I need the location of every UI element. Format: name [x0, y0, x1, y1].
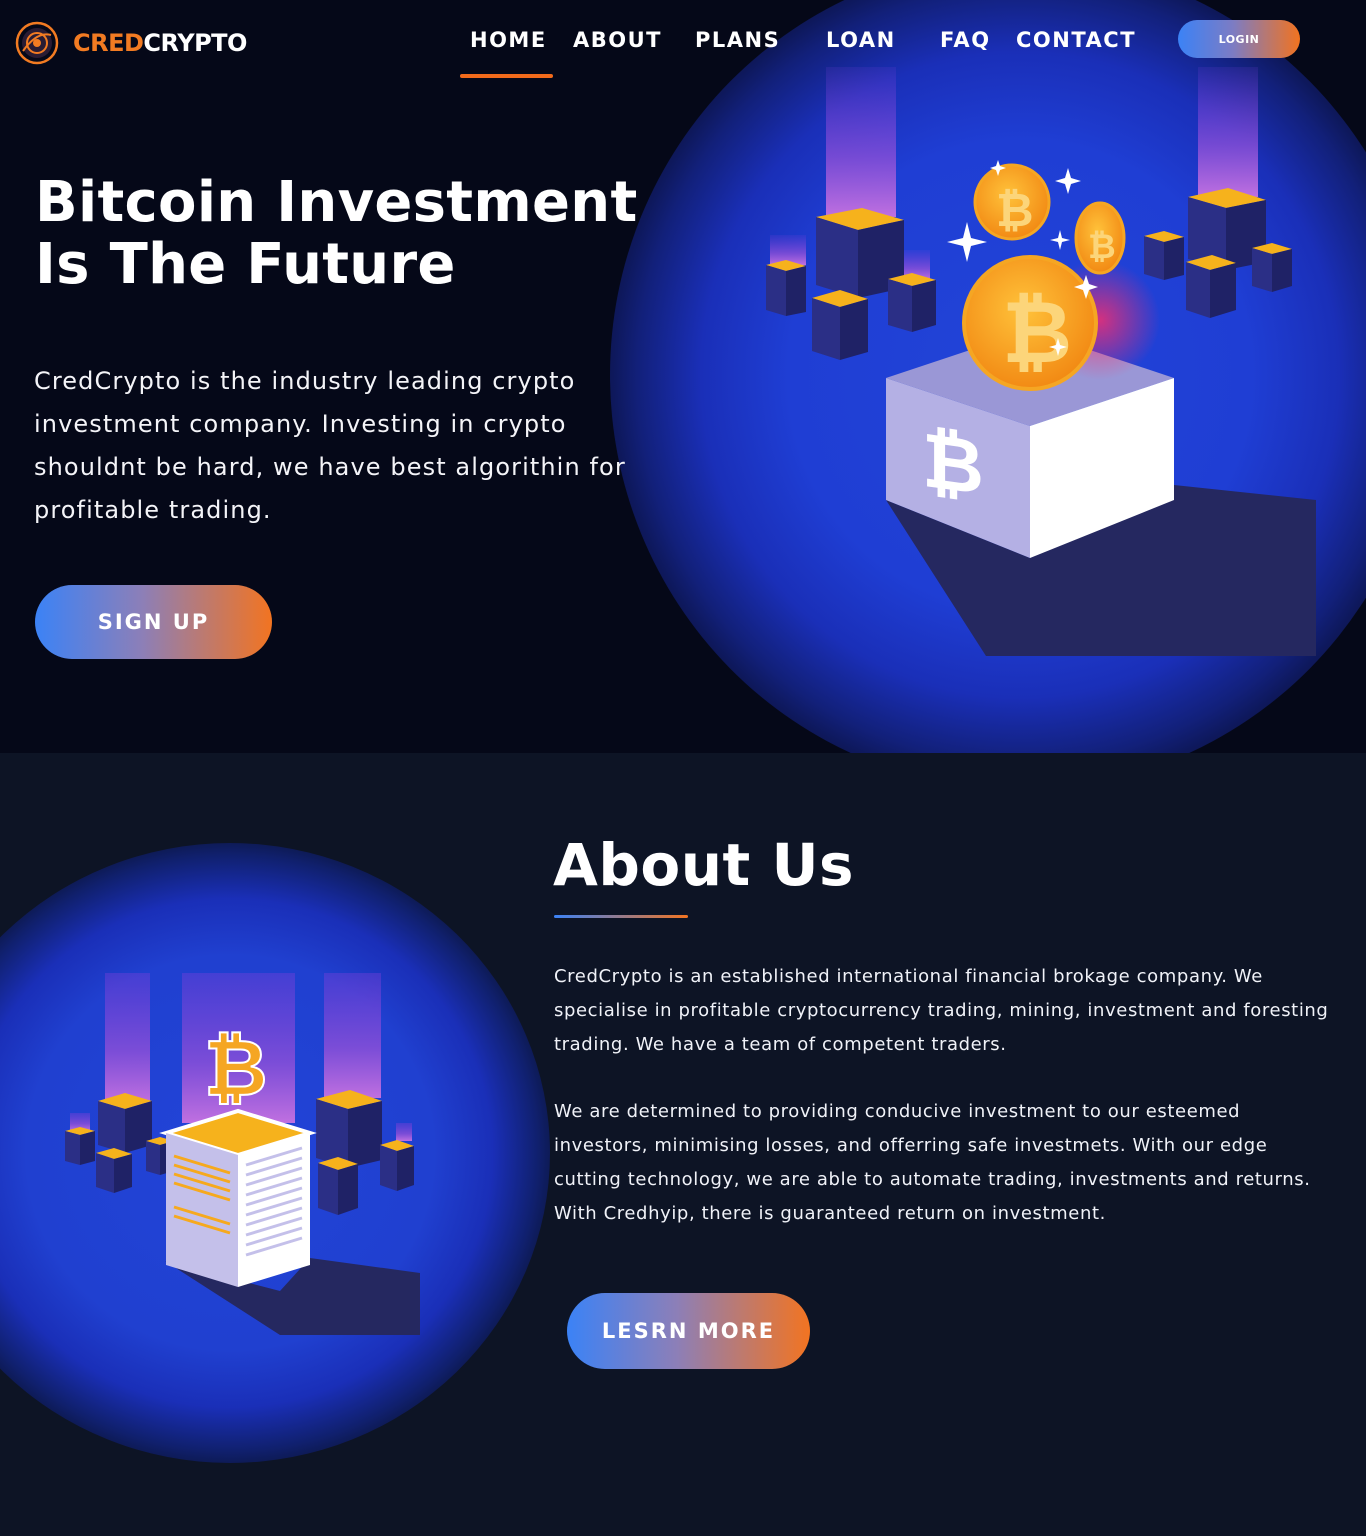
about-paragraph-1: CredCrypto is an established internation… [554, 966, 1329, 1055]
about-title-underline [554, 915, 688, 918]
hero-section: ₿ ₿ ₿ ₿ CREDCRYPTO HOME ABOUT PLANS LOAN [0, 0, 1366, 753]
brand-name-part2: CRYPTO [143, 29, 247, 57]
signup-button[interactable]: SIGN UP [35, 585, 272, 659]
nav-item-plans[interactable]: PLANS [695, 28, 780, 58]
about-section: ₿ About Us CredCrypto is an established … [0, 753, 1366, 1536]
svg-text:₿: ₿ [1088, 227, 1116, 267]
hero-title-line2: Is The Future [35, 232, 456, 297]
svg-text:₿: ₿ [996, 183, 1034, 237]
bitcoin-logo-icon [15, 21, 59, 65]
nav-item-faq[interactable]: FAQ [940, 28, 991, 58]
svg-text:₿: ₿ [1002, 283, 1072, 383]
nav-item-loan[interactable]: LOAN [826, 28, 896, 58]
login-button[interactable]: LOGIN [1178, 20, 1300, 58]
bitcoin-server-illustration: ₿ [65, 973, 420, 1335]
svg-text:₿: ₿ [204, 1024, 268, 1114]
about-paragraph-2: We are determined to providing conducive… [554, 1101, 1311, 1224]
svg-text:₿: ₿ [922, 416, 984, 513]
nav-item-home[interactable]: HOME [470, 28, 547, 58]
nav-item-about[interactable]: ABOUT [573, 28, 662, 58]
brand-name-part1: CRED [73, 29, 144, 57]
nav-item-contact[interactable]: CONTACT [1016, 28, 1136, 58]
bitcoin-coins-box-illustration: ₿ ₿ ₿ ₿ [766, 67, 1316, 656]
hero-title: Bitcoin Investment Is The Future [35, 172, 655, 296]
hero-description: CredCrypto is the industry leading crypt… [34, 367, 626, 524]
nav-active-indicator [460, 74, 553, 78]
brand-logo[interactable]: CREDCRYPTO [15, 20, 247, 66]
brand-name: CREDCRYPTO [73, 29, 247, 57]
hero-title-line1: Bitcoin Investment [35, 170, 638, 235]
learn-more-button[interactable]: LESRN MORE [567, 1293, 810, 1369]
about-title: About Us [553, 831, 855, 899]
